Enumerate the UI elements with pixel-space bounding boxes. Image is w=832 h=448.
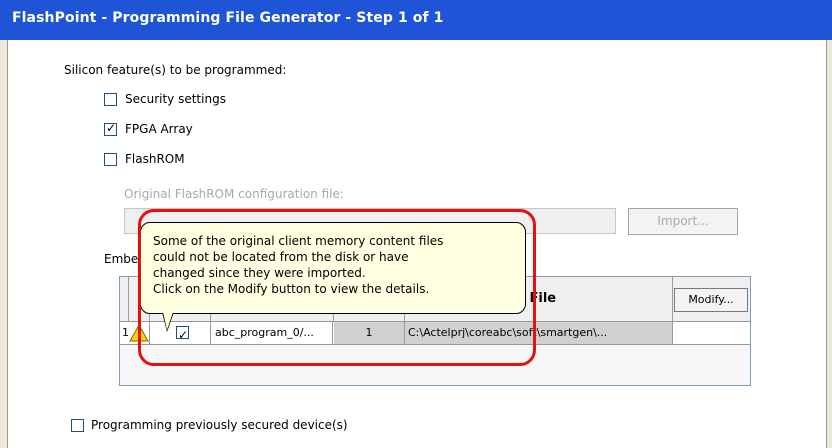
modify-button[interactable]: Modify... [674, 288, 748, 312]
security-settings-checkbox[interactable] [104, 93, 117, 106]
title-bar: FlashPoint - Programming File Generator … [0, 0, 832, 40]
previously-secured-label: Programming previously secured device(s) [91, 418, 348, 432]
embedded-section-label: Embe [104, 252, 139, 266]
security-settings-label: Security settings [125, 92, 226, 106]
previously-secured-checkbox[interactable] [71, 419, 84, 432]
flashrom-label: FlashROM [125, 152, 185, 166]
flashrom-checkbox[interactable] [104, 153, 117, 166]
fpga-array-checkbox[interactable] [104, 121, 117, 136]
import-button[interactable]: Import... [628, 208, 738, 235]
window-title: FlashPoint - Programming File Generator … [12, 10, 444, 26]
silicon-features-heading: Silicon feature(s) to be programmed: [64, 63, 287, 77]
highlight-outline [138, 209, 536, 366]
fpga-array-label: FPGA Array [125, 122, 193, 136]
flashrom-config-file-label: Original FlashROM configuration file: [124, 187, 344, 201]
